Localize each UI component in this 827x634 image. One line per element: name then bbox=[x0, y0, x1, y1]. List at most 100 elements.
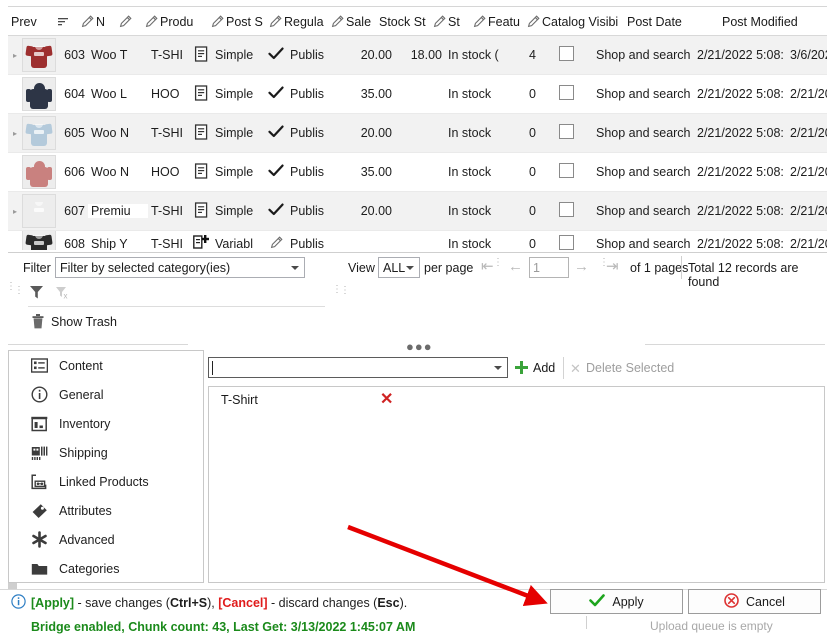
apply-filter-icon[interactable] bbox=[28, 283, 45, 303]
keyboard-hint-text: [Apply] - save changes (Ctrl+S), [Cancel… bbox=[31, 596, 407, 610]
featured-checkbox[interactable] bbox=[558, 234, 574, 250]
cancel-button[interactable]: Cancel bbox=[688, 589, 821, 614]
tab-attributes[interactable]: Attributes bbox=[9, 496, 203, 525]
featured-checkbox[interactable] bbox=[558, 85, 574, 100]
view-per-page-combobox[interactable]: ALL bbox=[378, 257, 420, 278]
table-row[interactable]: 604 Woo L HOO Simple Publis 35.00 In stock 0 Sho… bbox=[8, 75, 827, 114]
table-row[interactable]: ▸ 605 Woo N T-SHI Simple Publis 20.00 In stock 0… bbox=[8, 114, 827, 153]
cell-type-icon bbox=[190, 201, 212, 221]
cell-featured[interactable] bbox=[539, 234, 593, 251]
category-select-combobox[interactable] bbox=[208, 357, 508, 378]
clear-filter-icon[interactable]: x bbox=[55, 285, 72, 303]
grid-column-post-date[interactable]: Post Date bbox=[624, 8, 719, 35]
upload-queue-status: Upload queue is empty bbox=[650, 619, 773, 633]
tab-categories[interactable]: Categories bbox=[9, 554, 203, 583]
grid-column-post-modified[interactable]: Post Modified bbox=[719, 8, 827, 35]
cell-regular-price: 20.00 bbox=[360, 48, 392, 62]
prev-page-button[interactable]: ← bbox=[508, 259, 523, 274]
cell-status-icon bbox=[265, 86, 287, 103]
splitter-grip-dots[interactable]: ●●● bbox=[406, 339, 433, 354]
row-expander[interactable]: ▸ bbox=[8, 129, 22, 138]
next-page-button[interactable]: → bbox=[574, 259, 589, 274]
cell-featured[interactable] bbox=[539, 163, 593, 181]
grid-column-label: Prev bbox=[11, 14, 37, 29]
featured-checkbox[interactable] bbox=[558, 46, 574, 61]
grid-column-post-s[interactable]: Post S bbox=[208, 8, 266, 35]
filter-drag-dots-right[interactable]: ⋮ bbox=[332, 285, 342, 295]
product-thumbnail bbox=[22, 194, 56, 228]
cell-post-modified: 2/21/2022 5:08:54 PI bbox=[790, 236, 827, 251]
cell-post-modified: 2/21/2022 5:08:50 PI bbox=[790, 126, 827, 140]
remove-category-icon[interactable]: ✕ bbox=[380, 392, 393, 408]
filter-category-combobox[interactable]: Filter by selected category(ies) bbox=[55, 257, 305, 278]
cell-post-date: 2/21/2022 5:08: bbox=[697, 87, 784, 101]
tab-advanced[interactable]: Advanced bbox=[9, 525, 203, 554]
cell-featured[interactable] bbox=[539, 46, 593, 64]
add-button[interactable]: Add bbox=[533, 361, 555, 375]
tab-shipping[interactable]: Shipping bbox=[9, 438, 203, 467]
grid-column-prev[interactable]: Prev bbox=[8, 8, 54, 35]
last-page-button[interactable]: ⇥ bbox=[606, 259, 619, 274]
cell-post-date: 2/21/2022 5:08: bbox=[697, 48, 784, 62]
apply-button[interactable]: Apply bbox=[550, 589, 683, 614]
cell-stock-qty: 0 bbox=[529, 204, 536, 218]
table-row[interactable]: 608 Ship Y T-SHI Variabl Publis In stock 0 Shop… bbox=[8, 231, 827, 250]
cell-post-modified: 3/6/2022 4:35:28 PM bbox=[790, 48, 827, 62]
cancel-button-label: Cancel bbox=[746, 594, 785, 609]
grid-column-header-row[interactable]: Prev N Produ Post S Regula Sale Stock St St Feat… bbox=[8, 8, 827, 36]
first-page-button[interactable]: ⇤ bbox=[481, 259, 494, 274]
assigned-categories-list[interactable]: T-Shirt ✕ bbox=[208, 386, 825, 583]
show-trash-label[interactable]: Show Trash bbox=[51, 315, 117, 329]
grid-column-icon-3[interactable] bbox=[116, 8, 142, 35]
cell-status: Publis bbox=[290, 236, 325, 251]
trash-icon[interactable] bbox=[30, 313, 46, 333]
grid-column-sale[interactable]: Sale bbox=[328, 8, 376, 35]
tab-content[interactable]: Content bbox=[9, 351, 203, 380]
delete-selected-button[interactable]: Delete Selected bbox=[586, 361, 674, 375]
featured-checkbox[interactable] bbox=[558, 163, 574, 178]
grid-column-regula[interactable]: Regula bbox=[266, 8, 328, 35]
filter-drag-dots-left[interactable]: ⋮ bbox=[6, 282, 16, 292]
row-expander[interactable]: ▸ bbox=[8, 51, 22, 60]
grid-column-label: Post Modified bbox=[722, 14, 798, 29]
cell-featured[interactable] bbox=[539, 202, 593, 220]
tab-inventory[interactable]: Inventory bbox=[9, 409, 203, 438]
filter-drag-dots-inner[interactable]: ⋮ bbox=[14, 286, 24, 296]
table-row[interactable]: ▸ 603 Woo T T-SHI Simple Publis 20.00 18.00 In s… bbox=[8, 36, 827, 75]
grid-column-produ[interactable]: Produ bbox=[142, 8, 208, 35]
cell-status: Publis bbox=[290, 165, 325, 179]
table-row[interactable]: ▸ 607 Premiu T-SHI Simple Publis 20.00 In stock… bbox=[8, 192, 827, 231]
grid-column-st[interactable]: St bbox=[430, 8, 470, 35]
cell-name: Woo N bbox=[91, 126, 129, 140]
splitter-line-right bbox=[645, 344, 825, 345]
plus-icon[interactable] bbox=[514, 360, 529, 375]
tab-general[interactable]: General bbox=[9, 380, 203, 409]
page-number-input[interactable]: 1 bbox=[529, 257, 569, 278]
grid-column-n[interactable]: N bbox=[78, 8, 116, 35]
grid-column-label: Post Date bbox=[627, 14, 682, 29]
hint-end: ). bbox=[399, 596, 408, 610]
cell-featured[interactable] bbox=[539, 124, 593, 142]
grid-column-stock-st[interactable]: Stock St bbox=[376, 8, 430, 35]
row-expander[interactable]: ▸ bbox=[8, 207, 22, 216]
grid-rows-container[interactable]: ▸ 603 Woo T T-SHI Simple Publis 20.00 18.00 In s… bbox=[8, 36, 827, 250]
check-icon bbox=[268, 47, 284, 64]
grid-column-icon-1[interactable] bbox=[54, 8, 78, 35]
total-records-label: Total 12 records are found bbox=[688, 261, 799, 289]
tab-linked-products[interactable]: Linked Products bbox=[9, 467, 203, 496]
featured-checkbox[interactable] bbox=[558, 202, 574, 217]
pager-dots-2: ⋮ bbox=[599, 258, 609, 268]
cell-catalog-visibility: Shop and search re bbox=[596, 87, 694, 101]
list-item[interactable]: T-Shirt ✕ bbox=[210, 388, 825, 412]
category-name: T-Shirt bbox=[221, 393, 258, 407]
cell-stock-status: In stock bbox=[448, 236, 492, 251]
grid-column-catalog-visibi[interactable]: Catalog Visibi bbox=[524, 8, 624, 35]
table-row[interactable]: 606 Woo N HOO Simple Publis 35.00 In stock 0 Sho… bbox=[8, 153, 827, 192]
cell-type-icon bbox=[190, 84, 212, 104]
featured-checkbox[interactable] bbox=[558, 124, 574, 139]
pager-drag-dots[interactable]: ⋮ bbox=[340, 286, 350, 296]
grid-column-featu[interactable]: Featu bbox=[470, 8, 524, 35]
splitter-line-left bbox=[8, 344, 188, 345]
editor-tab-list[interactable]: Content General Inventory Shipping Linked Pr… bbox=[8, 350, 204, 583]
cell-featured[interactable] bbox=[539, 85, 593, 103]
